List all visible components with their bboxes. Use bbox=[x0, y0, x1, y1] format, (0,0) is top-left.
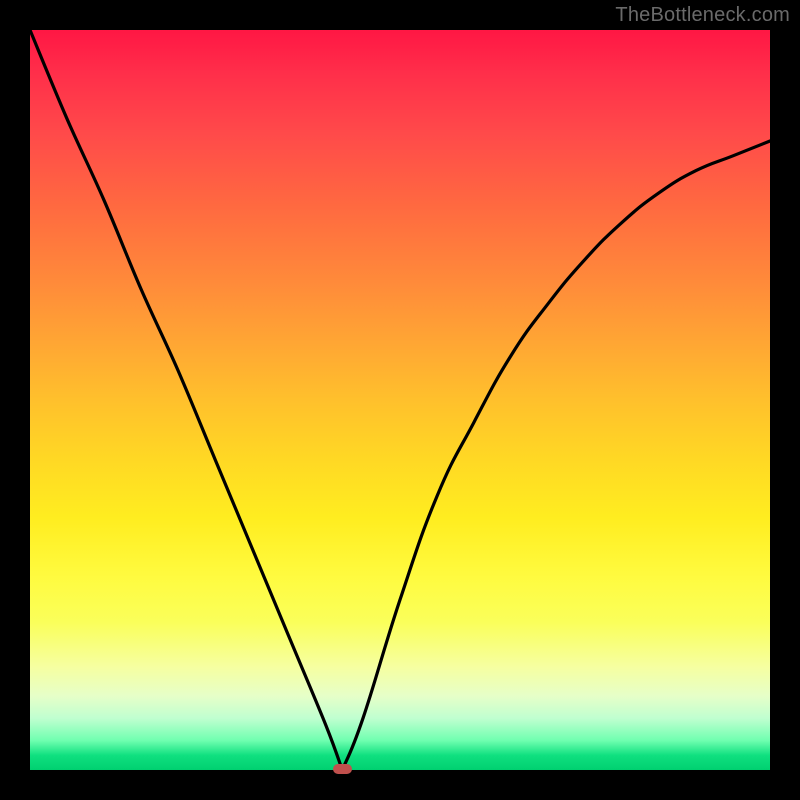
chart-plot-area bbox=[30, 30, 770, 770]
watermark-text: TheBottleneck.com bbox=[615, 4, 790, 27]
bottleneck-curve bbox=[30, 30, 770, 770]
minimum-marker bbox=[333, 764, 352, 774]
